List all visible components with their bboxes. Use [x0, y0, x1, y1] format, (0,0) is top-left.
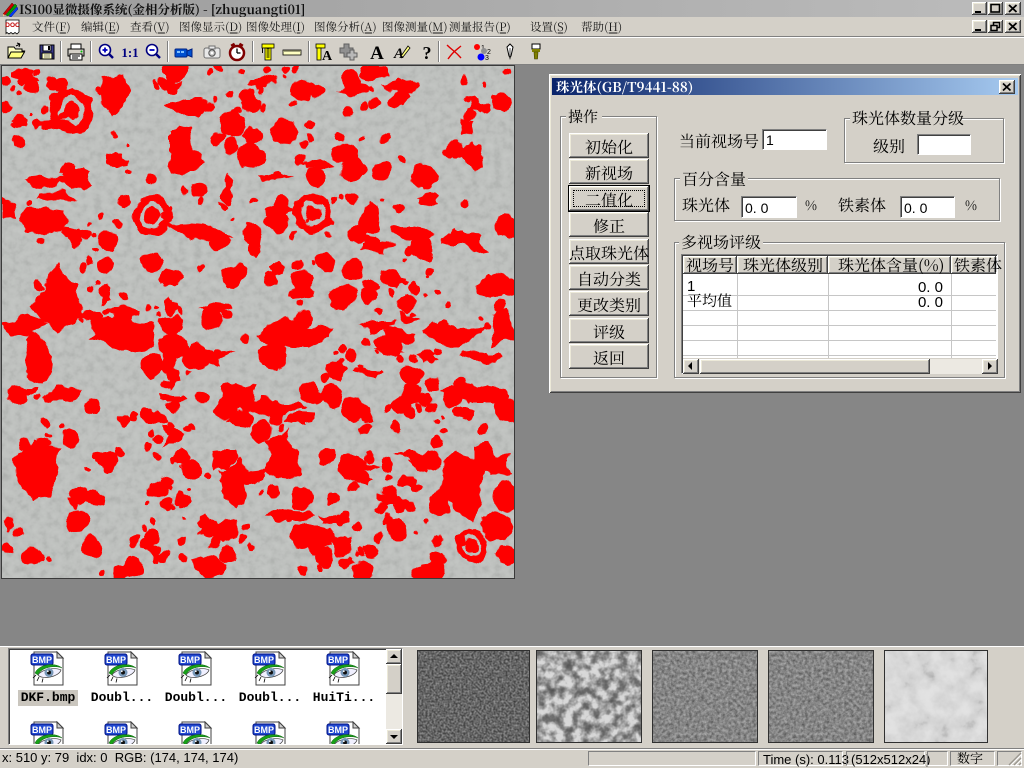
svg-text:BMP: BMP — [180, 725, 200, 735]
svg-text:BMP: BMP — [180, 655, 200, 665]
svg-text:BMP: BMP — [254, 655, 274, 665]
svg-text:BMP: BMP — [32, 655, 52, 665]
svg-text:BMP: BMP — [106, 655, 126, 665]
svg-text:BMP: BMP — [32, 725, 52, 735]
svg-text:BMP: BMP — [328, 725, 348, 735]
svg-text:?: ? — [423, 43, 432, 62]
svg-text:BMP: BMP — [254, 725, 274, 735]
svg-text:1:1: 1:1 — [121, 45, 138, 60]
svg-text:BMP: BMP — [328, 655, 348, 665]
svg-text:3: 3 — [485, 55, 489, 62]
svg-text:A: A — [370, 43, 384, 62]
svg-text:BMP: BMP — [106, 725, 126, 735]
svg-text:A: A — [322, 49, 333, 62]
svg-text:DOC: DOC — [5, 22, 20, 29]
